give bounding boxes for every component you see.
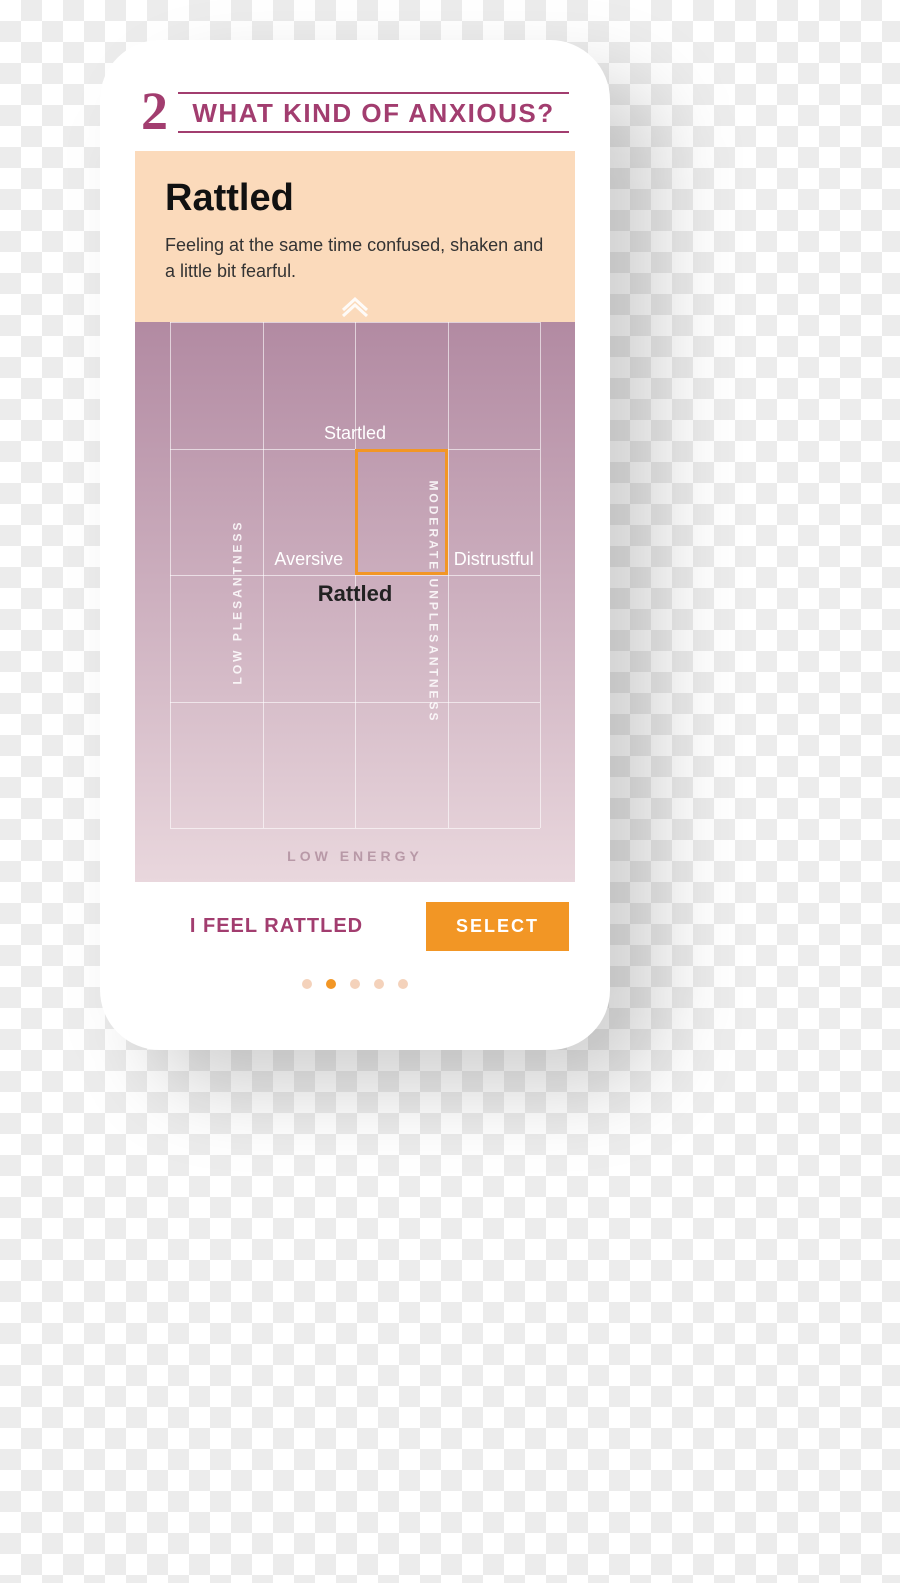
select-button[interactable]: SELECT (426, 902, 569, 951)
emotion-card: Rattled Feeling at the same time confuse… (135, 151, 575, 322)
axis-bottom-label: LOW ENERGY (135, 848, 575, 864)
axis-left-label: LOW PLESANTNESS (231, 520, 245, 685)
pager-dot[interactable] (398, 979, 408, 989)
pager-dots (135, 957, 575, 989)
pager-dot[interactable] (374, 979, 384, 989)
step-number: 2 (141, 90, 168, 133)
phone-frame: 2 WHAT KIND OF ANXIOUS? Rattled Feeling … (100, 40, 610, 1050)
emotion-description: Feeling at the same time confused, shake… (165, 232, 545, 284)
neighbor-left-label: Aversive (274, 549, 343, 570)
axis-right-label: MODERATE UNPLESANTNESS (426, 481, 440, 724)
pager-dot[interactable] (302, 979, 312, 989)
pager-dot[interactable] (326, 979, 336, 989)
step-header: 2 WHAT KIND OF ANXIOUS? (135, 90, 575, 141)
collapse-chevrons-icon[interactable] (341, 306, 369, 318)
neighbor-up-label: Startled (324, 423, 386, 444)
neighbor-right-label: Distrustful (454, 549, 534, 570)
step-title: WHAT KIND OF ANXIOUS? (178, 92, 569, 133)
emotion-grid[interactable]: LOW PLESANTNESS MODERATE UNPLESANTNESS L… (135, 322, 575, 882)
selected-cell-label: Rattled (318, 581, 393, 607)
pager-dot[interactable] (350, 979, 360, 989)
emotion-name: Rattled (165, 177, 545, 220)
footer-bar: I FEEL RATTLED SELECT (135, 882, 575, 957)
feel-statement: I FEEL RATTLED (141, 915, 412, 938)
